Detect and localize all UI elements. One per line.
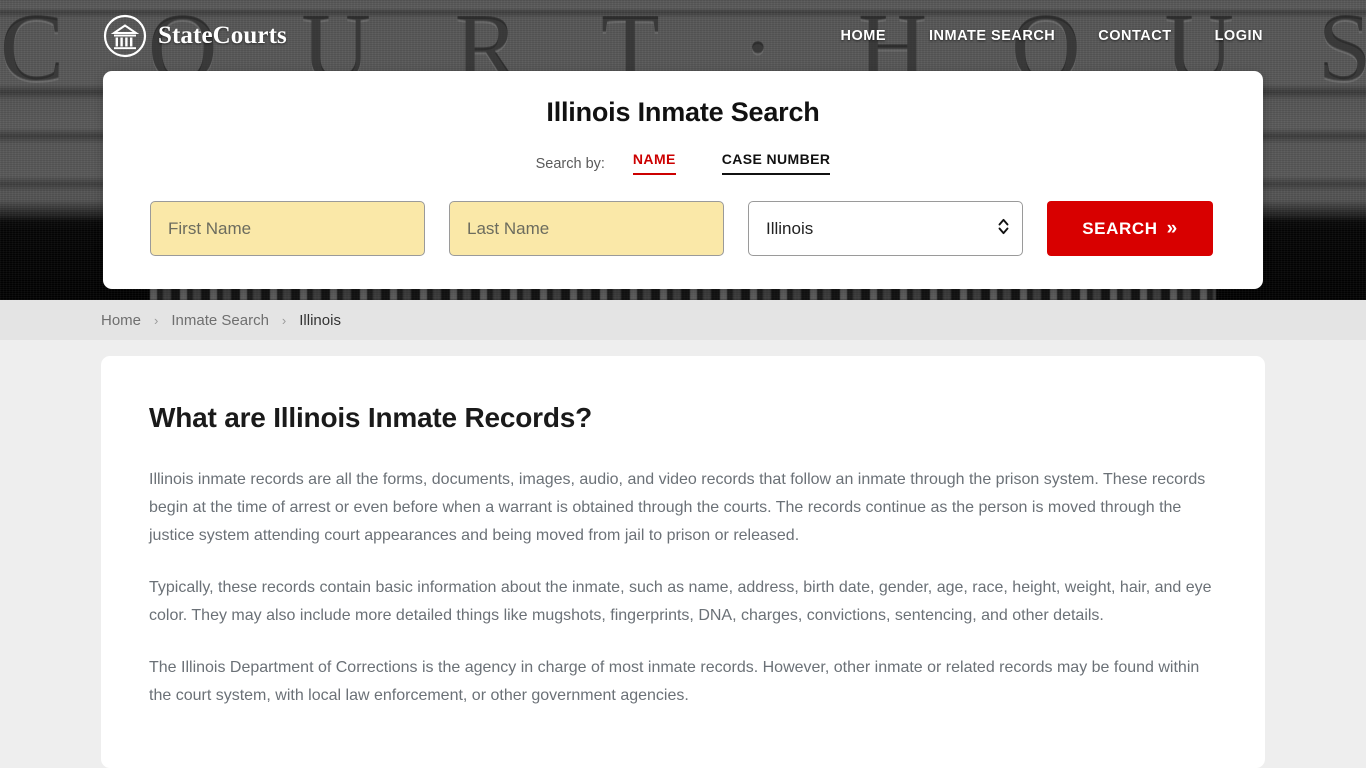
- search-button[interactable]: SEARCH »: [1047, 201, 1213, 256]
- brand-name: StateCourts: [158, 22, 287, 50]
- search-form: Illinois SEARCH »: [103, 201, 1263, 256]
- breadcrumb-item-illinois: Illinois: [299, 312, 341, 329]
- last-name-input[interactable]: [449, 201, 724, 256]
- inmate-search-panel: Illinois Inmate Search Search by: NAME C…: [103, 71, 1263, 289]
- courthouse-circle-icon: [103, 14, 147, 58]
- nav-home[interactable]: HOME: [841, 28, 887, 44]
- breadcrumb: Home › Inmate Search › Illinois: [0, 300, 1366, 340]
- tab-name[interactable]: NAME: [633, 151, 676, 175]
- article-paragraph: Typically, these records contain basic i…: [149, 574, 1217, 630]
- page-title: Illinois Inmate Search: [103, 97, 1263, 128]
- state-select[interactable]: Illinois: [748, 201, 1023, 256]
- double-chevron-right-icon: »: [1167, 219, 1178, 238]
- first-name-input[interactable]: [150, 201, 425, 256]
- tab-case-number[interactable]: CASE NUMBER: [722, 151, 831, 175]
- breadcrumb-separator-icon: ›: [154, 313, 158, 328]
- breadcrumb-item-inmate-search[interactable]: Inmate Search: [171, 312, 269, 329]
- article-paragraph: The Illinois Department of Corrections i…: [149, 654, 1217, 710]
- top-navigation-bar: StateCourts HOME INMATE SEARCH CONTACT L…: [0, 0, 1366, 72]
- search-by-row: Search by: NAME CASE NUMBER: [103, 151, 1263, 175]
- brand-logo-link[interactable]: StateCourts: [103, 14, 287, 58]
- nav-inmate-search[interactable]: INMATE SEARCH: [929, 28, 1055, 44]
- breadcrumb-separator-icon: ›: [282, 313, 286, 328]
- nav-contact[interactable]: CONTACT: [1098, 28, 1171, 44]
- article-card: What are Illinois Inmate Records? Illino…: [101, 356, 1265, 768]
- article-paragraph: Illinois inmate records are all the form…: [149, 466, 1217, 550]
- search-button-label: SEARCH: [1082, 219, 1157, 239]
- breadcrumb-item-home[interactable]: Home: [101, 312, 141, 329]
- nav-login[interactable]: LOGIN: [1215, 28, 1263, 44]
- search-by-label: Search by:: [536, 156, 605, 175]
- state-select-wrapper: Illinois: [748, 201, 1023, 256]
- article-title: What are Illinois Inmate Records?: [149, 402, 1217, 434]
- main-nav: HOME INMATE SEARCH CONTACT LOGIN: [841, 28, 1264, 44]
